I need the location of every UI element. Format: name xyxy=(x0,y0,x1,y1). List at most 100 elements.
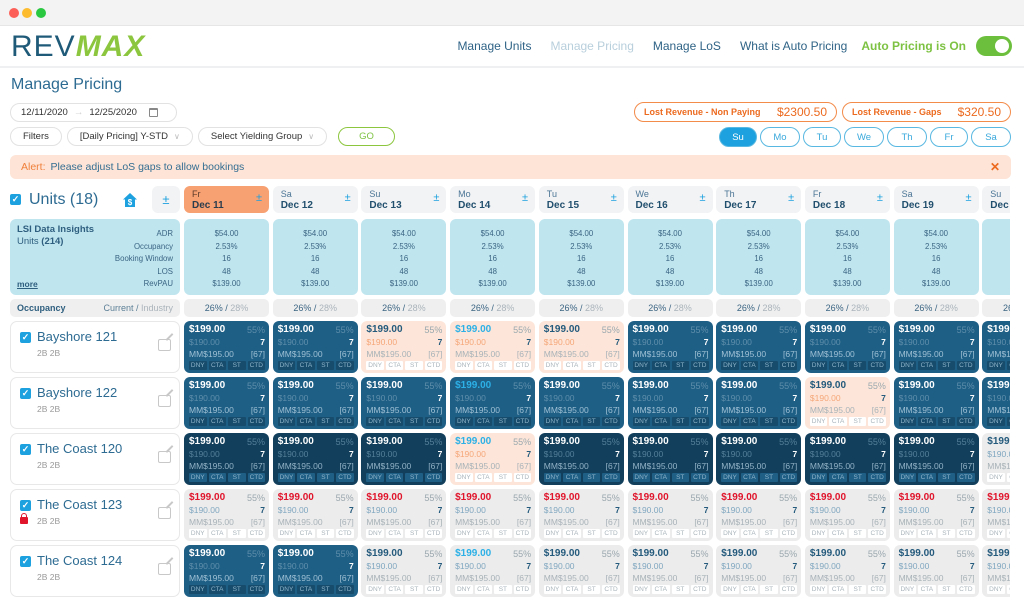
tag-ctd[interactable]: CTD xyxy=(336,417,354,426)
day-filter-su[interactable]: Su xyxy=(719,127,757,147)
price-cell[interactable]: $199.00 55% $190.00 7 MM$195.00 [67] DNYCTASTC… xyxy=(627,545,713,597)
tag-dny[interactable]: DNY xyxy=(366,417,384,426)
tag-dny[interactable]: DNY xyxy=(189,473,207,482)
pricing-select[interactable]: [Daily Pricing] Y-STD ∨ xyxy=(66,127,193,146)
tag-st[interactable]: ST xyxy=(494,473,512,482)
tag-ctd[interactable]: CTD xyxy=(957,361,975,370)
tag-st[interactable]: ST xyxy=(228,529,246,538)
price-cell[interactable]: $199.00 55% $190.00 7 MM$195.00 [67] DNYCTASTC… xyxy=(893,489,979,541)
tag-cta[interactable]: CTA xyxy=(474,361,493,370)
tag-dny[interactable]: DNY xyxy=(721,585,739,594)
tag-st[interactable]: ST xyxy=(582,361,601,370)
tag-st[interactable]: ST xyxy=(582,585,601,594)
tag-dny[interactable]: DNY xyxy=(809,473,828,482)
tag-dny[interactable]: DNY xyxy=(366,473,384,482)
tag-cta[interactable]: CTA xyxy=(474,417,493,426)
tag-st[interactable]: ST xyxy=(228,361,246,370)
tag-cta[interactable]: CTA xyxy=(297,529,315,538)
price-cell[interactable]: $199.00 55% $190.00 7 MM$195.00 [67] DNYCTASTC… xyxy=(627,489,713,541)
nav-what-is-auto-pricing[interactable]: What is Auto Pricing xyxy=(740,39,847,53)
tag-ctd[interactable]: CTD xyxy=(691,529,709,538)
tag-cta[interactable]: CTA xyxy=(563,417,581,426)
price-cell[interactable]: $199.00 55% $190.00 7 MM$195.00 [67] DNYCTASTC… xyxy=(538,321,624,373)
plus-minus-icon[interactable]: ± xyxy=(433,192,439,204)
tag-st[interactable]: ST xyxy=(760,473,778,482)
tag-ctd[interactable]: CTD xyxy=(779,585,798,594)
tag-cta[interactable]: CTA xyxy=(652,361,670,370)
price-cell[interactable]: $199.00 55% $190.00 7 MM$195.00 [67] DNYCTASTC… xyxy=(361,545,447,597)
tag-cta[interactable]: CTA xyxy=(385,585,404,594)
tag-dny[interactable]: DNY xyxy=(543,417,562,426)
column-header-dec-17[interactable]: Th Dec 17 ± xyxy=(716,186,802,213)
tag-dny[interactable]: DNY xyxy=(543,585,562,594)
lost-revenue-non-paying[interactable]: Lost Revenue - Non Paying $2300.50 xyxy=(634,102,837,122)
day-filter-tu[interactable]: Tu xyxy=(803,127,841,147)
tag-dny[interactable]: DNY xyxy=(543,361,562,370)
tag-cta[interactable]: CTA xyxy=(474,473,493,482)
tag-st[interactable]: ST xyxy=(848,529,867,538)
tag-cta[interactable]: CTA xyxy=(918,361,936,370)
tag-dny[interactable]: DNY xyxy=(632,529,650,538)
tag-ctd[interactable]: CTD xyxy=(247,473,265,482)
unit-checkbox[interactable]: ✓ xyxy=(20,556,31,567)
price-cell[interactable]: $199.00 55% $190.00 7 MM$195.00 [67] DNYCTASTC… xyxy=(804,321,890,373)
day-filter-we[interactable]: We xyxy=(844,127,884,147)
unit-name[interactable]: Bayshore 122 xyxy=(37,385,117,400)
tag-st[interactable]: ST xyxy=(848,361,867,370)
tag-st[interactable]: ST xyxy=(937,529,956,538)
unit-name[interactable]: The Coast 120 xyxy=(37,441,122,456)
price-cell[interactable]: $199.00 55% $190.00 7 MM$195.00 [67] DNYCTASTC… xyxy=(716,545,802,597)
tag-st[interactable]: ST xyxy=(494,361,512,370)
tag-ctd[interactable]: CTD xyxy=(424,417,443,426)
revmax-logo[interactable]: REVMAX xyxy=(11,32,145,62)
tag-cta[interactable]: CTA xyxy=(740,585,759,594)
tag-dny[interactable]: DNY xyxy=(189,529,207,538)
tag-ctd[interactable]: CTD xyxy=(957,473,975,482)
tag-dny[interactable]: DNY xyxy=(898,529,917,538)
tag-st[interactable]: ST xyxy=(848,473,867,482)
end-date[interactable]: 12/25/2020 xyxy=(89,107,137,118)
tag-dny[interactable]: DNY xyxy=(189,585,207,594)
tag-ctd[interactable]: CTD xyxy=(247,529,265,538)
tag-dny[interactable]: DNY xyxy=(721,417,739,426)
unit-row-card[interactable]: ✓ Bayshore 122 2B 2B xyxy=(10,377,180,429)
plus-minus-icon[interactable]: ± xyxy=(345,192,351,204)
tag-st[interactable]: ST xyxy=(316,529,335,538)
tag-dny[interactable]: DNY xyxy=(277,529,296,538)
price-cell[interactable]: $199.00 55% $190.00 7 MM$195.00 [67] DNYCTASTC… xyxy=(716,433,802,485)
tag-cta[interactable]: CTA xyxy=(829,585,847,594)
day-filter-sa[interactable]: Sa xyxy=(971,127,1011,147)
tag-cta[interactable]: CTA xyxy=(208,361,226,370)
tag-dny[interactable]: DNY xyxy=(987,529,1005,538)
tag-ctd[interactable]: CTD xyxy=(513,417,532,426)
day-filter-fr[interactable]: Fr xyxy=(930,127,968,147)
tag-dny[interactable]: DNY xyxy=(632,585,650,594)
tag-dny[interactable]: DNY xyxy=(455,529,473,538)
tag-cta[interactable]: CTA xyxy=(208,529,226,538)
tag-ctd[interactable]: CTD xyxy=(691,417,709,426)
tag-st[interactable]: ST xyxy=(848,417,867,426)
column-header-dec-14[interactable]: Mo Dec 14 ± xyxy=(450,186,536,213)
edit-icon[interactable] xyxy=(158,507,171,519)
price-cell[interactable]: $199.00 55% $190.00 7 MM$195.00 [67] DNYCTASTC… xyxy=(450,433,536,485)
tag-dny[interactable]: DNY xyxy=(632,361,650,370)
tag-cta[interactable]: CTA xyxy=(918,473,936,482)
tag-dny[interactable]: DNY xyxy=(189,417,207,426)
price-cell[interactable]: $199.00 55% $190.00 7 MM$195.00 [67] DNYCTASTC… xyxy=(450,377,536,429)
tag-dny[interactable]: DNY xyxy=(809,361,828,370)
unit-row-card[interactable]: ✓ The Coast 120 2B 2B xyxy=(10,433,180,485)
unit-checkbox[interactable]: ✓ xyxy=(20,444,31,455)
price-cell[interactable]: $199.00 55% $190.00 7 MM$195.00 [67] DNYCTASTC… xyxy=(184,377,269,429)
tag-cta[interactable]: CTA xyxy=(474,585,493,594)
tag-dny[interactable]: DNY xyxy=(455,585,473,594)
tag-st[interactable]: ST xyxy=(405,417,423,426)
tag-dny[interactable]: DNY xyxy=(277,473,296,482)
tag-st[interactable]: ST xyxy=(405,361,423,370)
tag-dny[interactable]: DNY xyxy=(189,361,207,370)
tag-ctd[interactable]: CTD xyxy=(868,361,886,370)
price-cell[interactable]: $199.00 55% $190.00 7 MM$195.00 [67] DNYCTASTC… xyxy=(893,433,979,485)
tag-ctd[interactable]: CTD xyxy=(779,361,798,370)
tag-ctd[interactable]: CTD xyxy=(602,361,620,370)
plus-minus-icon[interactable]: ± xyxy=(699,192,705,204)
column-header-dec-12[interactable]: Sa Dec 12 ± xyxy=(272,186,358,213)
